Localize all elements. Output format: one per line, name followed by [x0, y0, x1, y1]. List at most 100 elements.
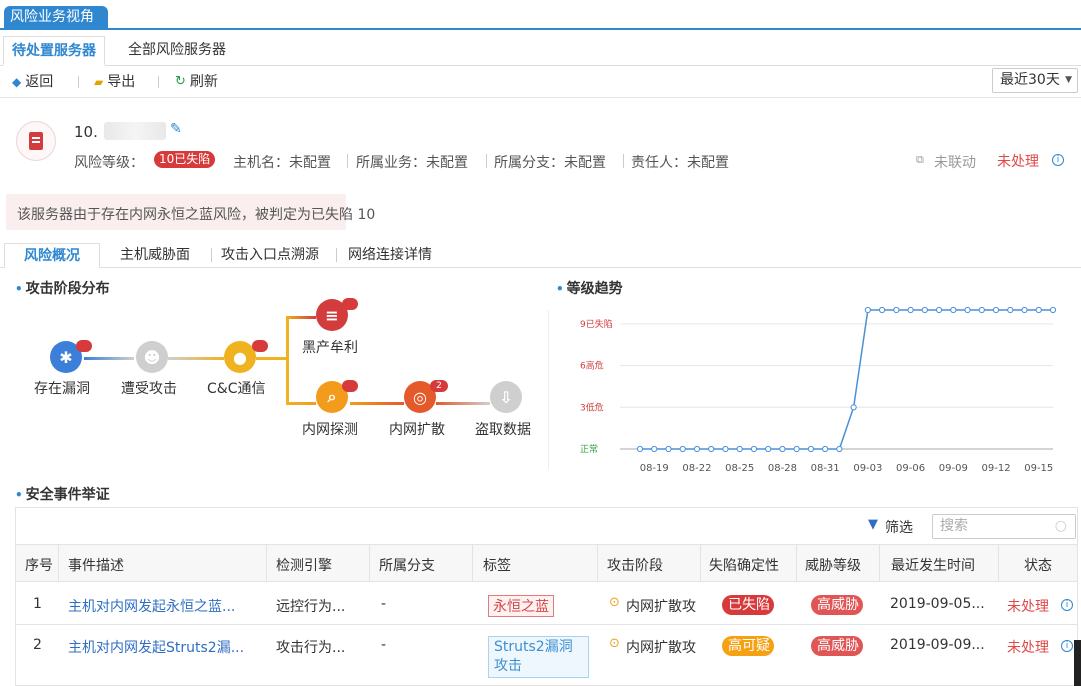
steal-node-icon[interactable]: ⇩ [490, 381, 522, 413]
data-point [750, 445, 758, 453]
chevron-down-icon: ▼ [1065, 75, 1072, 85]
filter-button[interactable]: 筛选 [885, 517, 913, 537]
ip-redaction [104, 122, 166, 140]
refresh-button[interactable]: ↻ 刷新 [175, 72, 218, 92]
y-tick-label: 3低危 [580, 401, 604, 413]
x-tick-label: 09-03 [853, 463, 882, 474]
data-point [722, 445, 729, 453]
header-stage: 攻击阶段 [607, 558, 663, 574]
node-label: 遭受攻击 [121, 381, 177, 397]
node-badge: 2 [430, 380, 448, 392]
data-point [964, 306, 971, 314]
header-threat: 威胁等级 [805, 558, 861, 574]
y-tick-label: 9已失陷 [580, 318, 613, 330]
node-badge [76, 340, 92, 352]
data-point [836, 445, 843, 453]
flow-link [350, 402, 404, 405]
event-desc-link[interactable]: 主机对内网发起永恒之蓝... [68, 596, 235, 616]
node-label: 内网扩散 [389, 422, 445, 438]
data-point [864, 306, 871, 314]
x-tick-label: 09-09 [939, 463, 968, 474]
level-trend-chart: 正常 3低危 6高危 9已失陷 08-19 08-22 08-25 08-28 08-31 09-… [548, 306, 1057, 474]
node-badge [342, 380, 358, 392]
data-point [893, 306, 900, 314]
data-point [1049, 306, 1057, 314]
data-point [879, 306, 886, 314]
cell-no: 1 [33, 596, 42, 612]
data-point [765, 445, 772, 453]
info-icon[interactable]: i [1052, 154, 1064, 166]
column-divider [879, 544, 880, 582]
cell-time: 2019-09-09... [890, 637, 985, 653]
status-text[interactable]: 未处理 [1007, 637, 1049, 657]
tab-all-risk-servers[interactable]: 全部风险服务器 [120, 36, 234, 66]
x-tick-label: 08-22 [682, 463, 711, 474]
tab-pending-servers[interactable]: 待处置服务器 [3, 36, 105, 66]
cell-engine: 攻击行为... [276, 640, 346, 656]
edit-icon[interactable]: ✎ [170, 121, 182, 137]
info-icon[interactable]: i [1061, 640, 1073, 652]
server-icon [16, 121, 56, 161]
tab-risk-overview[interactable]: 风险概况 [4, 243, 100, 268]
data-point [978, 306, 985, 314]
meta-divider [623, 154, 624, 168]
tab-network-connections[interactable]: 网络连接详情 [348, 243, 432, 268]
data-point [693, 445, 701, 453]
data-point [1035, 306, 1042, 314]
status-text[interactable]: 未处理 [1007, 596, 1049, 616]
tag-label: Struts2漏洞攻击 [488, 636, 589, 678]
column-divider [369, 544, 370, 582]
cell-stage: 内网扩散攻 [626, 599, 696, 615]
data-point [822, 445, 829, 453]
cell-engine: 远控行为... [276, 599, 346, 615]
business-label: 所属业务：未配置 [356, 155, 468, 171]
flow-link [286, 316, 316, 319]
x-tick-label: 09-12 [982, 463, 1011, 474]
node-badge [252, 340, 268, 352]
column-divider [597, 544, 598, 582]
events-title: 安全事件举证 [15, 484, 110, 504]
attacked-node-icon[interactable]: ☻ [136, 341, 168, 373]
x-tick-label: 08-31 [811, 463, 840, 474]
server-ip: 10. [74, 123, 98, 141]
column-divider [472, 544, 473, 582]
owner-label: 责任人：未配置 [631, 155, 729, 171]
certainty-badge: 已失陷 [722, 595, 774, 615]
cell-time: 2019-09-05... [890, 596, 985, 612]
info-icon[interactable]: i [1061, 599, 1073, 611]
y-tick-label: 6高危 [580, 360, 604, 372]
y-tick-label: 正常 [580, 443, 598, 455]
window-tab[interactable]: 风险业务视角 [4, 6, 108, 28]
scrollbar-thumb[interactable] [1074, 640, 1081, 686]
export-icon: ▰ [94, 75, 104, 89]
column-divider [998, 544, 999, 582]
header-engine: 检测引擎 [276, 558, 332, 574]
cell-no: 2 [33, 637, 42, 653]
refresh-icon: ↻ [175, 74, 186, 89]
x-tick-label: 08-19 [640, 463, 669, 474]
header-tag: 标签 [483, 558, 511, 574]
flow-link [286, 402, 316, 405]
column-divider [796, 544, 797, 582]
data-point [950, 306, 957, 314]
back-button[interactable]: ◆ 返回 [12, 72, 53, 92]
data-point [779, 445, 786, 453]
event-desc-link[interactable]: 主机对内网发起Struts2漏... [68, 637, 244, 657]
node-label: C&C通信 [207, 381, 266, 397]
data-point [807, 445, 814, 453]
export-button[interactable]: ▰ 导出 [94, 72, 135, 92]
flow-link [168, 357, 224, 360]
threat-badge: 高威胁 [811, 595, 863, 615]
header-no: 序号 [25, 558, 53, 574]
alert-text: 该服务器由于存在内网永恒之蓝风险，被判定为已失陷 10 [17, 207, 376, 223]
search-input[interactable]: 搜索 ○ [932, 514, 1076, 539]
data-point [1007, 306, 1014, 314]
search-icon: ○ [1054, 518, 1067, 534]
process-status[interactable]: 未处理 [997, 151, 1039, 171]
date-range-select[interactable]: 最近30天 ▼ [992, 68, 1078, 93]
tab-entry-trace[interactable]: 攻击入口点溯源 [221, 243, 319, 268]
header-status: 状态 [1024, 558, 1052, 574]
tab-host-threat[interactable]: 主机威胁面 [120, 243, 190, 268]
data-point [665, 445, 672, 453]
filter-icon[interactable]: ▼ [868, 517, 878, 532]
